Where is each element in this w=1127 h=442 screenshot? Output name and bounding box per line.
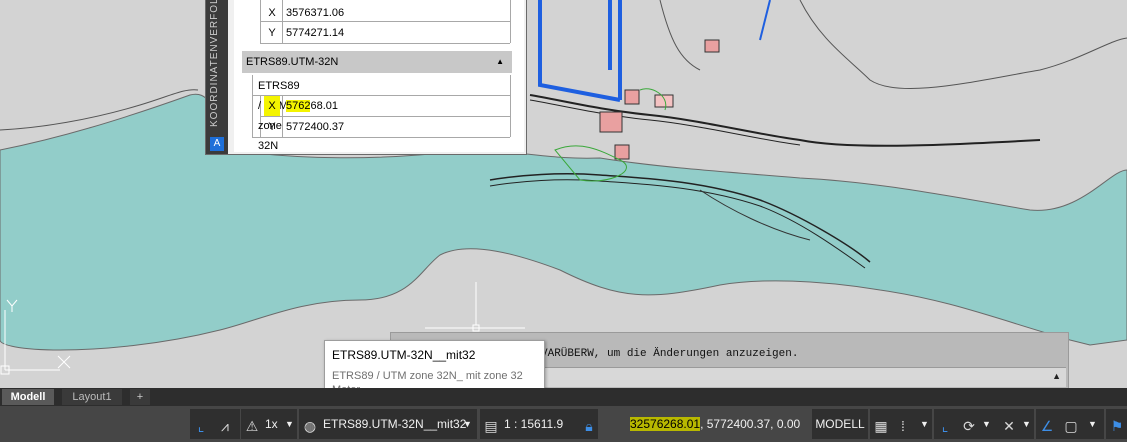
palette-title-strip[interactable]: KOORDINATENVERFOL A <box>206 0 228 154</box>
coord-system-label: ETRS89.UTM-32N__mit32 <box>323 417 467 431</box>
dropdown-arrow-icon[interactable]: ▼ <box>1022 409 1031 439</box>
scale-factor-label: 1x <box>265 417 278 431</box>
row-label: Y <box>268 121 276 133</box>
ortho-icon[interactable]: ⌞ <box>934 415 956 437</box>
polar-icon[interactable]: ⟳ <box>958 415 980 437</box>
dropdown-arrow-icon[interactable]: ▼ <box>982 409 991 439</box>
command-history-text: VARÜBERW, um die Änderungen anzuzeigen. <box>541 348 799 360</box>
x-value-highlight: 5762 <box>286 100 311 112</box>
grid-snap-group: ▦ ⁞ ▼ <box>870 409 932 439</box>
dropdown-arrow-icon: ▼ <box>285 419 294 429</box>
ucs-toggle-group: ⌞ ⩘ <box>190 409 240 439</box>
palette-title: KOORDINATENVERFOL <box>209 0 220 127</box>
dropdown-arrow-icon[interactable]: ▼ <box>1088 409 1097 439</box>
autocad-logo-icon: A <box>210 137 224 151</box>
dynamic-ucs-icon[interactable]: ⩘ <box>214 415 236 437</box>
x-value: 576268.01 <box>286 96 338 116</box>
drawing-canvas[interactable] <box>0 0 1127 388</box>
ucs-status-icon[interactable]: ⌞ <box>190 415 212 437</box>
model-space-toggle[interactable]: MODELL <box>812 409 868 439</box>
x-value-rest: 68.01 <box>310 100 339 112</box>
grid-icon[interactable]: ▦ <box>870 415 892 437</box>
globe-icon: ◍ <box>303 418 317 434</box>
selection-cycling-icon[interactable]: ▢ <box>1060 415 1082 437</box>
row-label: X <box>264 96 280 116</box>
y-value: 5772400.37 <box>286 121 345 133</box>
row-label: X <box>268 7 276 19</box>
tracking-group: ∠ ▢ ▼ <box>1036 409 1104 439</box>
lock-icon[interactable]: 🔒︎ <box>578 415 600 437</box>
tab-layout1[interactable]: Layout1 <box>62 389 122 405</box>
coord-rest: , 5772400.37, 0.00 <box>700 417 801 431</box>
snap-icon[interactable]: ⁞ <box>892 415 914 437</box>
annotation-scale-icon: ⚠ <box>245 418 259 434</box>
add-layout-button[interactable]: + <box>130 389 150 405</box>
annotation-scale-group[interactable]: ⚠ 1x ▼ <box>241 409 297 439</box>
command-history-up-icon[interactable]: ▲ <box>1052 371 1061 381</box>
system-desc-text: ETRS89 / UTM zone 32N <box>258 80 300 152</box>
coord-system-header[interactable]: ETRS89.UTM-32N ▲ <box>242 51 512 73</box>
collapse-arrow-icon[interactable]: ▲ <box>496 51 504 73</box>
viewport-scale-label: 1 : 15611.9 <box>504 417 564 431</box>
x-value: 3576371.06 <box>286 7 345 19</box>
cursor-coordinates: 32576268.01, 5772400.37, 0.00 <box>630 406 800 442</box>
dropdown-arrow-icon[interactable]: ▼ <box>920 409 929 439</box>
workspace-group: ⚑ <box>1106 409 1127 439</box>
otrack-icon[interactable]: ∠ <box>1036 415 1058 437</box>
viewport-scale-group[interactable]: ▤ 1 : 15611.9 🔒︎ <box>480 409 598 439</box>
workspace-icon[interactable]: ⚑ <box>1106 415 1127 437</box>
row-label: Y <box>268 27 276 39</box>
coordinate-tracker-palette: KOORDINATENVERFOL A X 3576371.06 Y 57742… <box>205 0 527 155</box>
tooltip-title: ETRS89.UTM-32N__mit32 <box>332 348 476 362</box>
dropdown-arrow-icon: ▼ <box>463 419 472 429</box>
tab-modell[interactable]: Modell <box>2 389 54 405</box>
document-icon: ▤ <box>484 418 498 434</box>
coord-x-highlight: 32576268.01 <box>630 417 701 431</box>
layout-tabs-bar: Modell Layout1 + <box>0 388 1127 406</box>
y-value: 5774271.14 <box>286 27 345 39</box>
status-bar: ⌞ ⩘ ⚠ 1x ▼ ◍ ETRS89.UTM-32N__mit32 ▼ ▤ 1… <box>0 406 1127 442</box>
coord-system-name: ETRS89.UTM-32N <box>246 56 339 68</box>
osnap-icon[interactable]: ✕ <box>998 415 1020 437</box>
palette-body: X 3576371.06 Y 5774271.14 ETRS89.UTM-32N… <box>234 0 524 152</box>
command-input[interactable]: n ▲ <box>531 367 1066 387</box>
drafting-aids-group: ⌞ ⟳ ▼ ✕ ▼ <box>934 409 1034 439</box>
coord-system-selector[interactable]: ◍ ETRS89.UTM-32N__mit32 ▼ <box>299 409 477 439</box>
